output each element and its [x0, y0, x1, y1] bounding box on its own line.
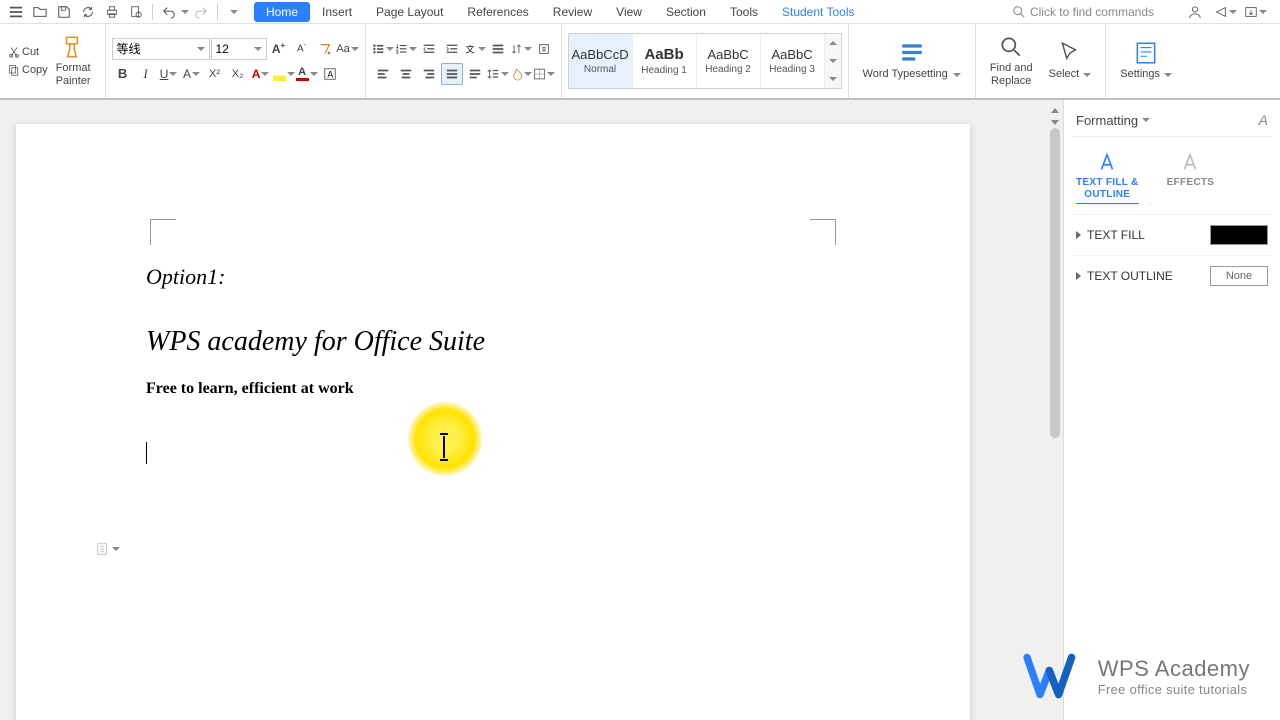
text-outline-swatch[interactable]: None — [1210, 266, 1268, 286]
tab-view[interactable]: View — [604, 2, 654, 22]
text-cursor — [146, 442, 840, 464]
search-commands[interactable]: Click to find commands — [1004, 5, 1162, 19]
align-right-icon[interactable] — [418, 63, 440, 85]
font-size-select[interactable]: 12 — [211, 38, 267, 60]
format-painter-button[interactable]: Format Painter — [48, 32, 99, 90]
style-gallery: AaBbCcDNormal AaBbHeading 1 AaBbCHeading… — [568, 33, 842, 89]
document-page[interactable]: Option1: WPS academy for Office Suite Fr… — [16, 124, 970, 720]
panel-undo-icon[interactable]: A — [1259, 112, 1268, 128]
settings-button[interactable]: Settings — [1112, 38, 1180, 83]
paragraph-handle-icon[interactable] — [96, 542, 120, 556]
highlight-icon[interactable] — [273, 63, 295, 85]
ribbon-tabs: Home Insert Page Layout References Revie… — [254, 2, 867, 22]
text-effects-icon[interactable]: A — [250, 63, 272, 85]
vertical-scrollbar[interactable] — [1047, 100, 1063, 720]
effects-tab[interactable]: EFFECTS — [1167, 151, 1215, 189]
cut-button[interactable]: Cut — [8, 46, 48, 58]
tab-home[interactable]: Home — [254, 2, 310, 22]
panel-title[interactable]: Formatting — [1076, 113, 1150, 128]
ibeam-cursor-icon — [443, 436, 445, 458]
line-spacing-icon[interactable] — [487, 63, 509, 85]
text-outline-expander[interactable]: TEXT OUTLINE — [1076, 269, 1173, 283]
show-marks-icon[interactable] — [533, 38, 555, 60]
clear-format-icon[interactable] — [314, 38, 336, 60]
tab-review[interactable]: Review — [541, 2, 604, 22]
font-name-select[interactable]: 等线 — [112, 38, 210, 60]
bullets-icon[interactable] — [372, 38, 394, 60]
style-heading3[interactable]: AaBbCHeading 3 — [761, 34, 825, 88]
tab-tools[interactable]: Tools — [718, 2, 770, 22]
numbering-icon[interactable]: 123 — [395, 38, 417, 60]
menu-icon[interactable] — [5, 1, 27, 23]
tab-page-layout[interactable]: Page Layout — [364, 2, 455, 22]
share-icon[interactable] — [1213, 1, 1237, 23]
superscript-icon[interactable]: X² — [204, 63, 226, 85]
print-preview-icon[interactable] — [125, 1, 147, 23]
align-justify-icon[interactable] — [441, 63, 463, 85]
formatting-panel: Formatting A TEXT FILL & OUTLINE EFFECTS… — [1063, 100, 1280, 720]
copy-button[interactable]: Copy — [8, 64, 48, 76]
doc-line-3[interactable]: Free to learn, efficient at work — [146, 380, 840, 398]
shading-icon[interactable] — [510, 63, 532, 85]
borders-icon[interactable] — [533, 63, 555, 85]
watermark-subtitle: Free office suite tutorials — [1098, 682, 1250, 697]
search-icon — [1012, 5, 1026, 19]
account-icon[interactable] — [1183, 1, 1207, 23]
italic-icon[interactable]: I — [135, 63, 157, 85]
align-left-icon[interactable] — [372, 63, 394, 85]
style-normal[interactable]: AaBbCcDNormal — [569, 34, 633, 88]
wps-logo-icon — [1022, 650, 1084, 702]
sync-icon[interactable] — [77, 1, 99, 23]
style-heading2[interactable]: AaBbCHeading 2 — [697, 34, 761, 88]
print-icon[interactable] — [101, 1, 123, 23]
decrease-indent-icon[interactable] — [418, 38, 440, 60]
watermark-title: WPS Academy — [1098, 656, 1250, 682]
change-case-icon[interactable]: Aa — [337, 38, 359, 60]
word-typesetting-button[interactable]: Word Typesetting — [855, 38, 969, 83]
tab-student-tools[interactable]: Student Tools — [770, 2, 867, 22]
open-icon[interactable] — [29, 1, 51, 23]
tab-insert[interactable]: Insert — [310, 2, 364, 22]
search-placeholder: Click to find commands — [1030, 5, 1154, 19]
text-fill-swatch[interactable] — [1210, 225, 1268, 245]
underline-icon[interactable]: U — [158, 63, 180, 85]
style-gallery-more[interactable] — [825, 34, 841, 88]
bold-icon[interactable]: B — [112, 63, 134, 85]
increase-indent-icon[interactable] — [441, 38, 463, 60]
character-border-icon[interactable]: A — [319, 63, 341, 85]
strikethrough-icon[interactable]: A — [181, 63, 203, 85]
customize-toolbar-icon[interactable] — [223, 1, 245, 23]
undo-dropdown-icon[interactable] — [181, 10, 189, 14]
tab-references[interactable]: References — [455, 2, 540, 22]
scrollbar-thumb[interactable] — [1050, 128, 1060, 438]
subscript-icon[interactable]: X₂ — [227, 63, 249, 85]
svg-text:文: 文 — [465, 43, 474, 54]
text-fill-outline-tab[interactable]: TEXT FILL & OUTLINE — [1076, 151, 1139, 204]
text-fill-expander[interactable]: TEXT FILL — [1076, 228, 1145, 242]
distribute-text-icon[interactable] — [464, 63, 486, 85]
doc-line-2[interactable]: WPS academy for Office Suite — [146, 326, 840, 358]
align-distributed-icon[interactable] — [487, 38, 509, 60]
select-button[interactable]: Select — [1041, 38, 1100, 83]
font-color-icon[interactable]: A — [296, 63, 318, 85]
decrease-font-icon[interactable]: A- — [291, 38, 313, 60]
asian-layout-icon[interactable]: 文 — [464, 38, 486, 60]
style-heading1[interactable]: AaBbHeading 1 — [633, 34, 697, 88]
align-center-icon[interactable] — [395, 63, 417, 85]
doc-line-1[interactable]: Option1: — [146, 264, 840, 290]
collapse-ribbon-icon[interactable] — [1243, 1, 1267, 23]
svg-text:3: 3 — [395, 49, 398, 55]
redo-icon[interactable] — [190, 1, 212, 23]
increase-font-icon[interactable]: A+ — [268, 38, 290, 60]
tab-section[interactable]: Section — [654, 2, 718, 22]
svg-text:A: A — [327, 69, 333, 79]
wps-academy-watermark: WPS Academy Free office suite tutorials — [1022, 650, 1250, 702]
undo-icon[interactable] — [158, 1, 180, 23]
find-replace-button[interactable]: Find and Replace — [982, 32, 1041, 90]
save-icon[interactable] — [53, 1, 75, 23]
text-direction-icon[interactable] — [510, 38, 532, 60]
